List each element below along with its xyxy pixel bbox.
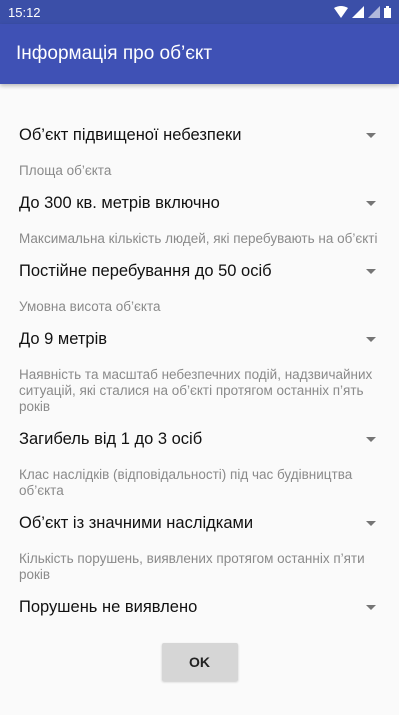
- people-label: Максимальна кількість людей, які перебув…: [19, 231, 378, 246]
- app-bar: Інформація про об’єкт: [0, 24, 399, 84]
- dropdown-arrow-icon: [366, 520, 376, 526]
- height-spinner[interactable]: До 9 метрів: [19, 315, 380, 363]
- dropdown-arrow-icon: [366, 336, 376, 342]
- wifi-icon: [334, 6, 348, 18]
- status-icons: [334, 6, 391, 18]
- status-bar: 15:12: [0, 0, 399, 24]
- consequences-label: Клас наслідків (відповідальності) під ча…: [19, 467, 353, 498]
- object-type-value: Об’єкт підвищеної небезпеки: [19, 125, 242, 144]
- battery-icon: [384, 6, 391, 18]
- people-spinner[interactable]: Постійне перебування до 50 осіб: [19, 247, 380, 295]
- dropdown-arrow-icon: [366, 604, 376, 610]
- signal-icon: [368, 6, 380, 18]
- violations-label: Кількість порушень, виявлених протягом о…: [19, 551, 365, 582]
- dropdown-arrow-icon: [366, 268, 376, 274]
- incidents-label: Наявність та масштаб небезпечних подій, …: [19, 367, 373, 414]
- consequences-value: Об’єкт із значними наслідками: [19, 513, 254, 532]
- incidents-spinner[interactable]: Загибель від 1 до 3 осіб: [19, 415, 380, 463]
- area-label: Площа об’єкта: [19, 163, 112, 178]
- incidents-value: Загибель від 1 до 3 осіб: [19, 429, 203, 448]
- object-type-spinner[interactable]: Об’єкт підвищеної небезпеки: [19, 111, 380, 159]
- violations-value: Порушень не виявлено: [19, 597, 198, 616]
- violations-spinner[interactable]: Порушень не виявлено: [19, 583, 380, 631]
- consequences-spinner[interactable]: Об’єкт із значними наслідками: [19, 499, 380, 547]
- ok-button-container: OK: [19, 643, 380, 681]
- status-time: 15:12: [8, 4, 41, 20]
- people-value: Постійне перебування до 50 осіб: [19, 261, 272, 280]
- dropdown-arrow-icon: [366, 200, 376, 206]
- ok-button[interactable]: OK: [161, 643, 238, 681]
- height-value: До 9 метрів: [19, 329, 108, 348]
- dropdown-arrow-icon: [366, 132, 376, 138]
- dropdown-arrow-icon: [366, 436, 376, 442]
- area-value: До 300 кв. метрів включно: [19, 193, 220, 212]
- area-spinner[interactable]: До 300 кв. метрів включно: [19, 179, 380, 227]
- page-title: Інформація про об’єкт: [16, 43, 213, 64]
- form: Об’єкт підвищеної небезпеки Площа об’єкт…: [0, 84, 399, 681]
- signal-icon: [352, 6, 364, 18]
- height-label: Умовна висота об’єкта: [19, 299, 161, 314]
